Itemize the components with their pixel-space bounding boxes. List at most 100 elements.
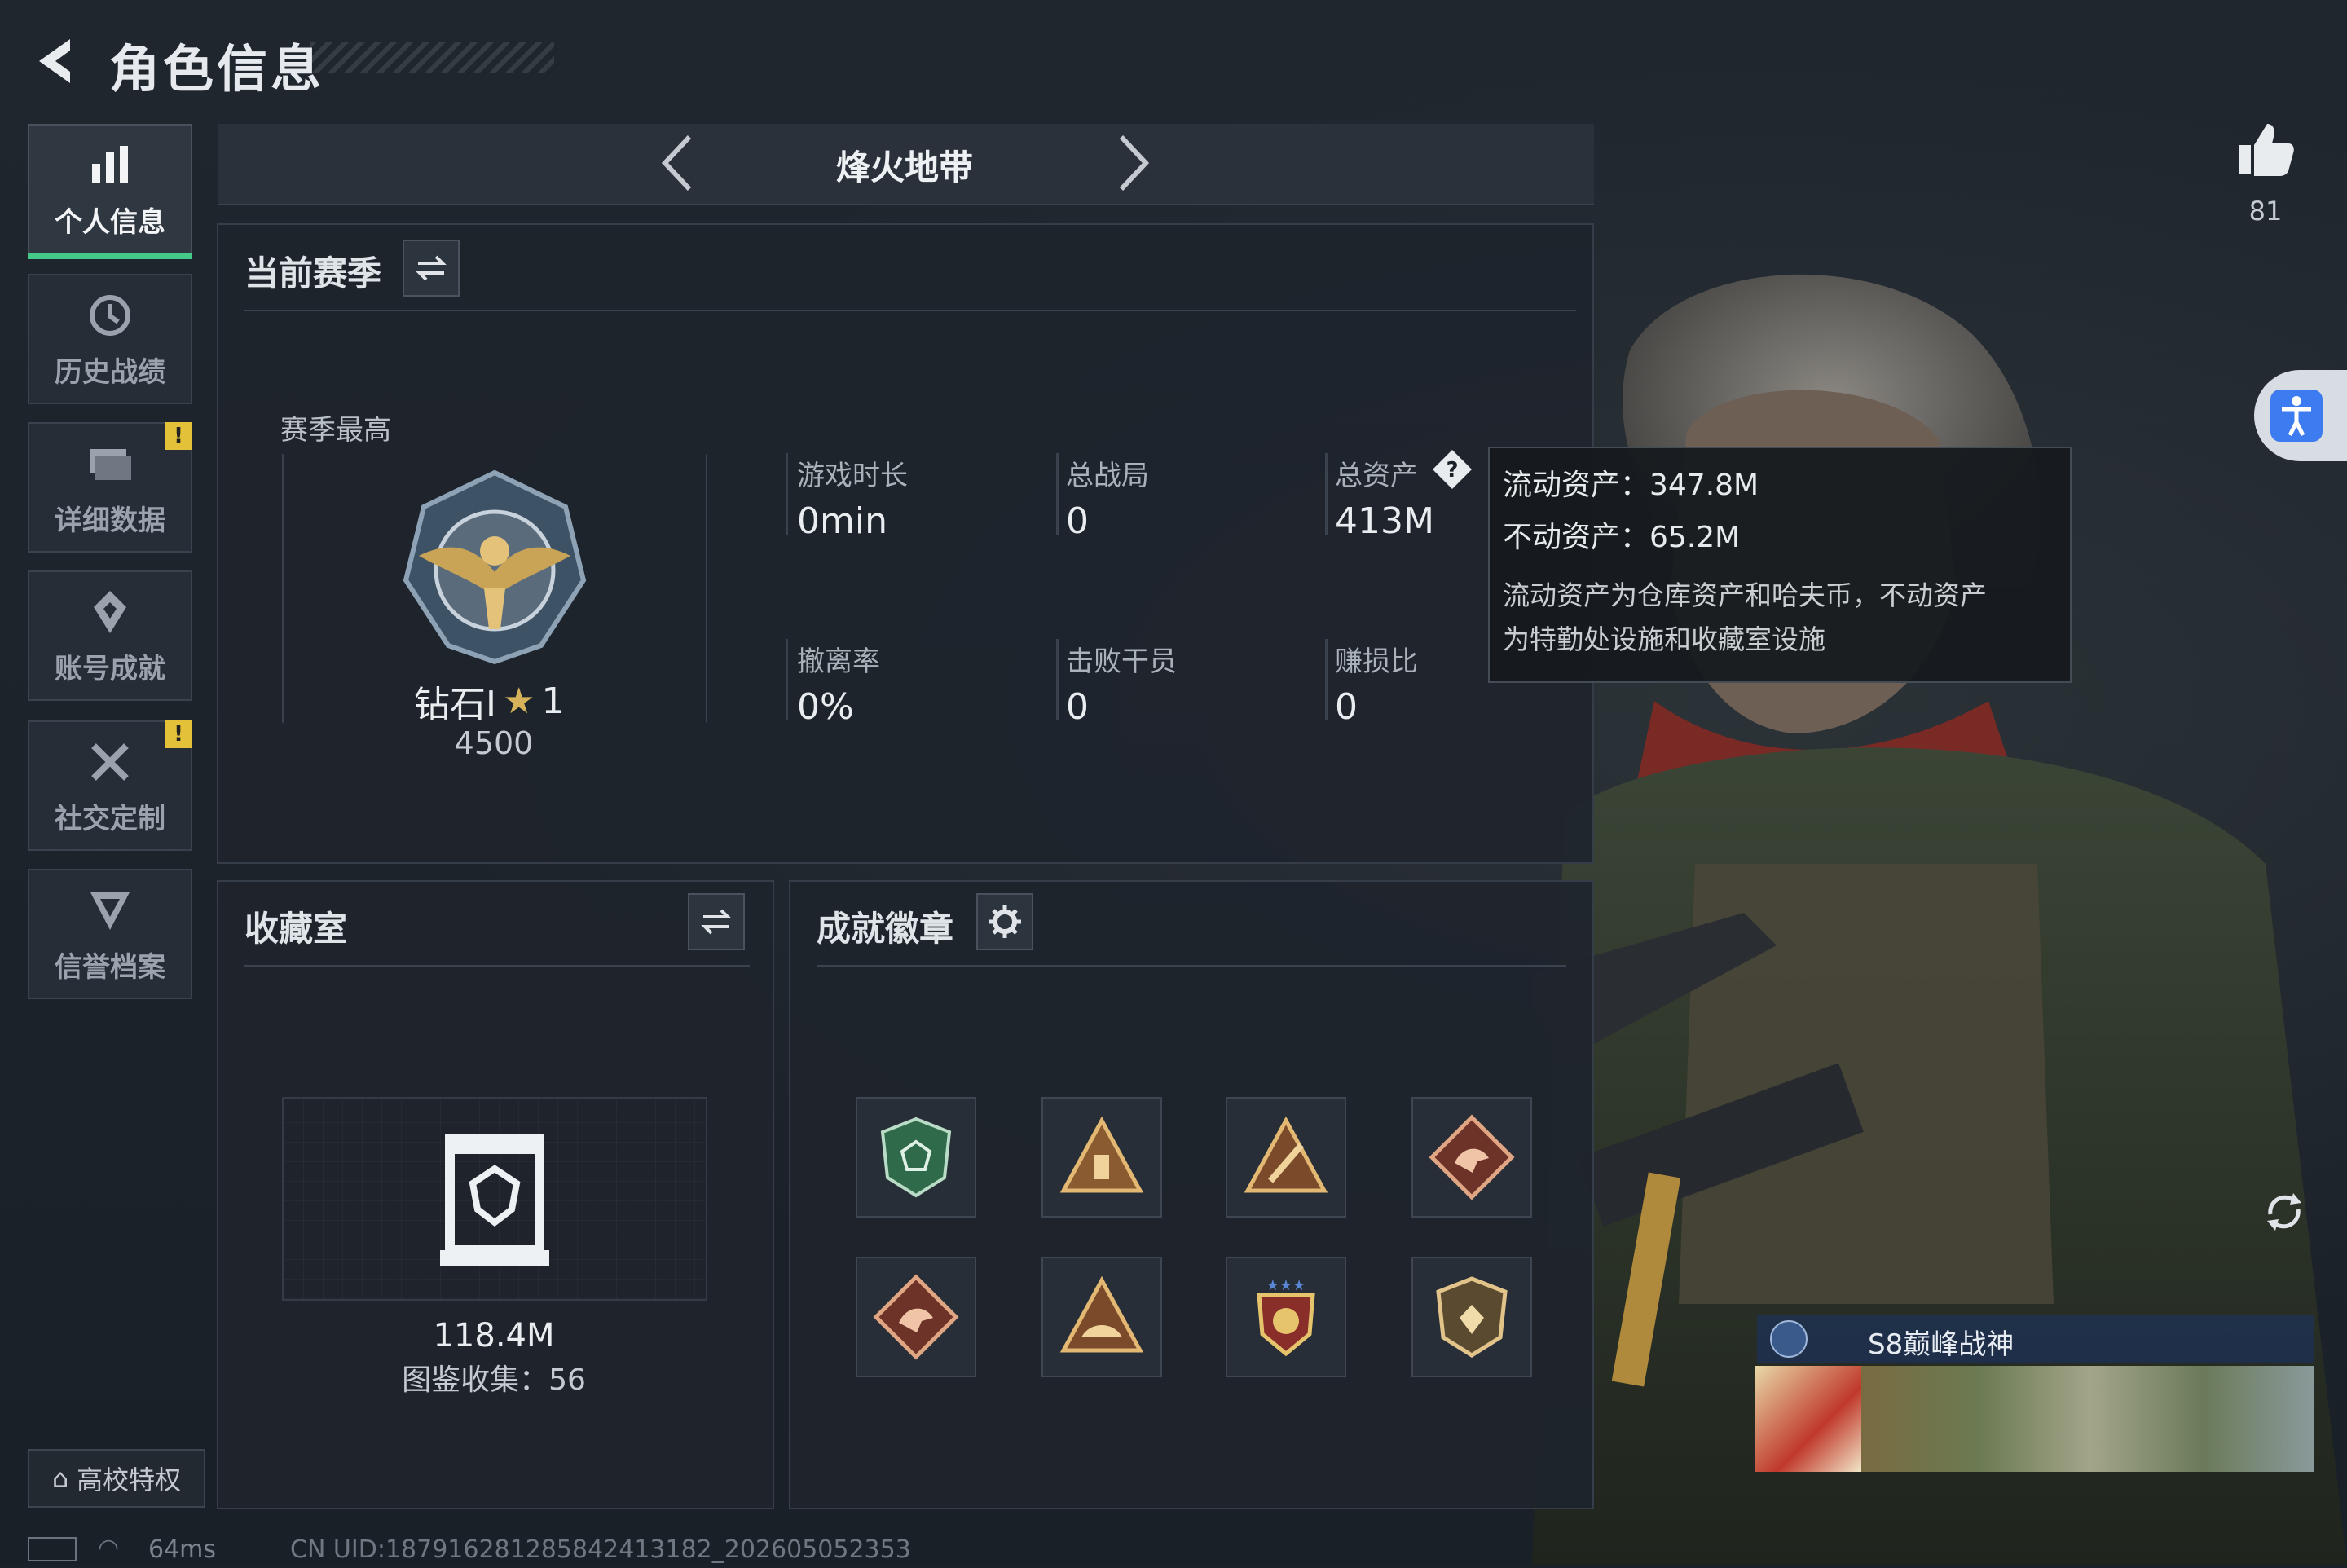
sidebar-item-label: 账号成就 xyxy=(55,652,165,685)
achievement-icon xyxy=(84,586,136,638)
card-portrait xyxy=(1755,1366,1861,1472)
campus-privilege-button[interactable]: ⌂ 高校特权 xyxy=(28,1449,205,1508)
accessibility-icon xyxy=(2270,390,2323,442)
page-title: 角色信息 xyxy=(109,39,325,99)
sidebar-item-history[interactable]: 历史战绩 xyxy=(28,274,192,404)
badge-slot[interactable] xyxy=(1411,1097,1532,1218)
sidebar-item-achievements[interactable]: 账号成就 xyxy=(28,570,192,701)
collection-count: 图鉴收集：56 xyxy=(402,1363,586,1397)
sidebar-item-label: 社交定制 xyxy=(55,802,165,835)
mode-prev-button[interactable] xyxy=(654,130,702,196)
bar-chart-icon xyxy=(84,139,136,192)
triangle-badge-icon xyxy=(1244,1116,1328,1193)
sidebar-item-detail-data[interactable]: 详细数据 ! xyxy=(28,422,192,553)
privilege-label: 高校特权 xyxy=(77,1464,182,1495)
tooltip-desc-line1: 流动资产为仓库资产和哈夫币，不动资产 xyxy=(1503,579,1987,611)
badges-title: 成就徽章 xyxy=(817,909,954,949)
stat-value-kills: 0 xyxy=(1066,686,1089,728)
showcase-icon xyxy=(438,1131,551,1268)
stat-value-playtime: 0min xyxy=(797,500,887,542)
battery-icon xyxy=(28,1537,77,1561)
stat-label-extract-rate: 撤离率 xyxy=(797,645,880,678)
player-card-banner-image xyxy=(1755,1366,2314,1472)
tooltip-liquid-assets: 流动资产：347.8M xyxy=(1503,469,1759,502)
stat-divider xyxy=(1325,453,1328,535)
history-icon xyxy=(84,289,136,341)
stat-divider xyxy=(786,639,788,720)
stat-divider xyxy=(1056,453,1059,535)
title-emblem-icon xyxy=(1770,1320,1808,1358)
rank-score: 4500 xyxy=(454,725,534,761)
season-switch-button[interactable] xyxy=(403,240,460,297)
sidebar-item-social[interactable]: 社交定制 ! xyxy=(28,720,192,851)
rank-stars: 1 xyxy=(541,680,565,722)
swap-icon xyxy=(416,255,447,281)
badge-slot[interactable] xyxy=(856,1097,976,1218)
collection-divider xyxy=(244,965,750,967)
svg-text:?: ? xyxy=(1446,458,1458,482)
badge-slot[interactable] xyxy=(1411,1257,1532,1377)
badge-slot[interactable] xyxy=(856,1257,976,1377)
question-icon: ? xyxy=(1433,450,1472,489)
chevron-right-icon xyxy=(1119,134,1150,192)
collection-value: 118.4M xyxy=(433,1317,555,1354)
back-button[interactable] xyxy=(28,33,85,90)
season-best-label: 赛季最高 xyxy=(280,414,391,447)
tooltip-fixed-assets: 不动资产：65.2M xyxy=(1503,521,1741,554)
triangle-badge-icon xyxy=(1059,1275,1144,1353)
tools-icon xyxy=(84,736,136,788)
ping-text: 64ms xyxy=(148,1535,217,1564)
season-divider xyxy=(244,310,1576,311)
sidebar-item-label: 详细数据 xyxy=(55,504,165,537)
stat-divider xyxy=(1056,639,1059,720)
eagle-badge-icon: ★★★ xyxy=(1257,1277,1315,1357)
badge-slot[interactable] xyxy=(1041,1257,1162,1377)
rotate-icon xyxy=(2267,1193,2301,1231)
warning-badge: ! xyxy=(165,720,192,748)
stat-divider xyxy=(1325,639,1328,720)
folder-icon xyxy=(84,438,136,490)
stat-value-extract-rate: 0% xyxy=(797,686,854,728)
uid-text: CN UID:18791628128584241318​2_2026050523… xyxy=(290,1535,911,1564)
star-icon: ★ xyxy=(502,680,535,722)
dragon-badge-icon xyxy=(1429,1114,1515,1200)
sidebar-item-label: 个人信息 xyxy=(55,205,165,239)
mode-next-button[interactable] xyxy=(1108,130,1157,196)
badge-slot[interactable] xyxy=(1226,1097,1346,1218)
stat-label-kills: 击败干员 xyxy=(1066,645,1177,678)
back-arrow-icon xyxy=(39,39,70,83)
stat-label-total-assets: 总资产 xyxy=(1335,460,1418,492)
gear-icon xyxy=(989,905,1021,938)
green-shield-badge-icon xyxy=(880,1117,952,1198)
stat-label-profit-ratio: 赚损比 xyxy=(1335,645,1418,678)
sidebar-item-label: 信誉档案 xyxy=(55,950,165,984)
rank-emblem-icon xyxy=(394,466,595,667)
stat-label-playtime: 游戏时长 xyxy=(797,460,908,492)
badges-divider xyxy=(817,965,1566,967)
chevron-left-icon xyxy=(661,134,692,192)
sidebar-item-credit[interactable]: 信誉档案 xyxy=(28,869,192,999)
like-button[interactable] xyxy=(2235,119,2296,181)
like-count: 81 xyxy=(2248,196,2283,227)
sidebar-item-label: 历史战绩 xyxy=(55,355,165,389)
badges-settings-button[interactable] xyxy=(976,893,1033,950)
warning-badge: ! xyxy=(165,422,192,450)
collection-switch-button[interactable] xyxy=(688,893,745,950)
badge-slot[interactable] xyxy=(1041,1097,1162,1218)
stat-label-total-matches: 总战局 xyxy=(1066,460,1149,492)
stat-value-total-matches: 0 xyxy=(1066,500,1089,542)
rank-line: 钻石I ★ 1 xyxy=(414,675,564,727)
accessibility-button[interactable] xyxy=(2254,370,2347,461)
school-icon: ⌂ xyxy=(51,1463,69,1494)
swap-icon xyxy=(701,909,732,935)
thumbs-up-icon xyxy=(2239,124,2294,176)
player-title-banner xyxy=(1757,1315,2314,1363)
assets-help-button[interactable]: ? xyxy=(1431,448,1473,491)
badge-slot[interactable]: ★★★ xyxy=(1226,1257,1346,1377)
rotate-view-button[interactable] xyxy=(2257,1185,2311,1239)
shield-badge-icon xyxy=(1436,1276,1508,1358)
sidebar-item-personal-info[interactable]: 个人信息 xyxy=(28,124,192,259)
stat-value-total-assets: 413M xyxy=(1335,500,1434,542)
credit-icon xyxy=(84,884,136,936)
season-title: 当前赛季 xyxy=(244,253,382,293)
